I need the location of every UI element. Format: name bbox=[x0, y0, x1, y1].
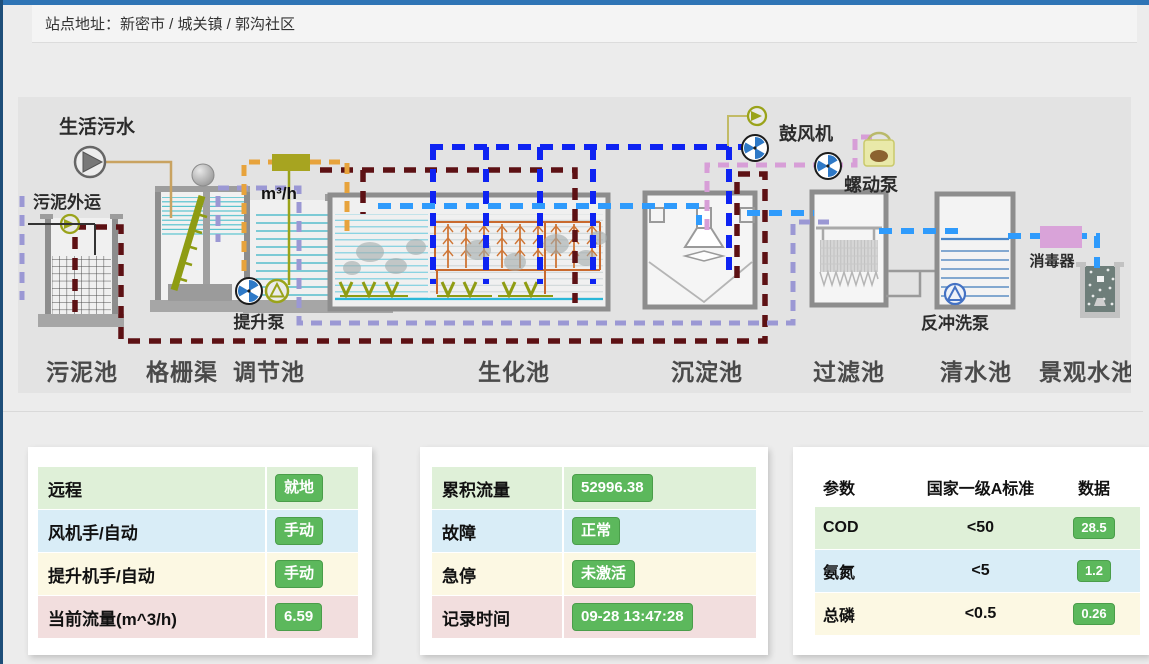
lift-pump-label: 提升泵 bbox=[234, 313, 285, 332]
tank-label-regulating: 调节池 bbox=[233, 359, 305, 385]
lift-pump-icon bbox=[266, 280, 288, 302]
status-badge[interactable]: 手动 bbox=[275, 560, 323, 588]
status-badge: 正常 bbox=[572, 517, 620, 545]
landscape-pool bbox=[1076, 262, 1124, 318]
table-row: 记录时间 09-28 13:47:28 bbox=[432, 596, 756, 638]
site-address: 站点地址：新密市 / 城关镇 / 郭沟社区 bbox=[32, 13, 295, 34]
control-table: 远程 就地 风机手/自动 手动 提升机手/自动 手动 当前流量(m^3/h) 6… bbox=[38, 467, 358, 638]
sludge-tank bbox=[38, 214, 124, 327]
table-row: 故障 正常 bbox=[432, 510, 756, 552]
column-header: 数据 bbox=[1048, 475, 1140, 499]
tank-label-biochemical: 生化池 bbox=[478, 359, 550, 385]
tank-label-grille: 格栅渠 bbox=[146, 359, 218, 385]
left-accent-bar bbox=[0, 0, 3, 664]
status-table: 累积流量 52996.38 故障 正常 急停 未激活 记录时间 09-28 13… bbox=[432, 467, 756, 638]
row-label: 当前流量(m^3/h) bbox=[38, 605, 265, 630]
row-label: 累积流量 bbox=[432, 476, 562, 501]
backwash-pump-icon bbox=[945, 284, 965, 304]
quality-table: 参数 国家一级A标准 数据 COD <50 28.5 氨氮 <5 1.2 总磷 … bbox=[815, 467, 1140, 635]
param-standard: <50 bbox=[913, 519, 1048, 537]
tank-label-sedimentation: 沉淀池 bbox=[671, 359, 743, 385]
sludge-out-label: 污泥外运 bbox=[33, 192, 101, 212]
flow-unit-label: m³/h bbox=[261, 184, 297, 203]
quality-table-header: 参数 国家一级A标准 数据 bbox=[815, 467, 1140, 507]
table-row: 氨氮 <5 1.2 bbox=[815, 550, 1140, 592]
table-row: COD <50 28.5 bbox=[815, 507, 1140, 549]
filter-tank bbox=[812, 192, 886, 305]
value-badge: 1.2 bbox=[1077, 560, 1111, 583]
water-quality-panel: 参数 国家一级A标准 数据 COD <50 28.5 氨氮 <5 1.2 总磷 … bbox=[793, 447, 1149, 655]
tank-label-landscape: 景观水池 bbox=[1039, 359, 1131, 385]
status-badge[interactable]: 手动 bbox=[275, 517, 323, 545]
inflow-label: 生活污水 bbox=[59, 115, 136, 138]
row-label: 提升机手/自动 bbox=[38, 562, 265, 587]
value-badge: 6.59 bbox=[275, 603, 322, 631]
value-badge: 52996.38 bbox=[572, 474, 653, 502]
status-badge[interactable]: 就地 bbox=[275, 474, 323, 502]
value-badge: 28.5 bbox=[1073, 517, 1114, 540]
disinfector-label: 消毒器 bbox=[1029, 252, 1075, 270]
row-label: 记录时间 bbox=[432, 605, 562, 630]
inflow-pump-icon bbox=[75, 147, 105, 177]
process-flow-svg: 生活污水 污泥外运 m³/h 提升泵 鼓风机 螺动泵 反冲洗泵 消毒器 污泥池 … bbox=[18, 97, 1131, 393]
table-row: 提升机手/自动 手动 bbox=[38, 553, 358, 595]
status-badge: 未激活 bbox=[572, 560, 635, 588]
screen-drive-ball bbox=[192, 164, 214, 186]
control-panel: 远程 就地 风机手/自动 手动 提升机手/自动 手动 当前流量(m^3/h) 6… bbox=[28, 447, 372, 655]
backwash-pump-label: 反冲洗泵 bbox=[921, 313, 989, 333]
column-header: 参数 bbox=[815, 475, 913, 499]
table-row: 风机手/自动 手动 bbox=[38, 510, 358, 552]
blower-label: 鼓风机 bbox=[779, 123, 833, 144]
table-row: 当前流量(m^3/h) 6.59 bbox=[38, 596, 358, 638]
table-row: 远程 就地 bbox=[38, 467, 358, 509]
biochemical-tank bbox=[330, 195, 608, 309]
column-header: 国家一级A标准 bbox=[913, 475, 1048, 499]
tank-label-sludge: 污泥池 bbox=[46, 359, 118, 385]
table-row: 总磷 <0.5 0.26 bbox=[815, 593, 1140, 635]
blower-valve-icon bbox=[748, 107, 766, 125]
param-standard: <5 bbox=[913, 562, 1048, 580]
param-name: 氨氮 bbox=[815, 559, 913, 583]
param-standard: <0.5 bbox=[913, 605, 1048, 623]
flow-meter bbox=[272, 154, 310, 171]
grille-channel-tank bbox=[150, 164, 250, 312]
tank-label-cleanwater: 清水池 bbox=[940, 359, 1012, 385]
process-flow-diagram: 生活污水 污泥外运 m³/h 提升泵 鼓风机 螺动泵 反冲洗泵 消毒器 污泥池 … bbox=[18, 97, 1131, 393]
timestamp-badge: 09-28 13:47:28 bbox=[572, 603, 693, 631]
value-badge: 0.26 bbox=[1073, 603, 1114, 626]
section-divider bbox=[3, 411, 1143, 412]
row-label: 风机手/自动 bbox=[38, 519, 265, 544]
table-row: 累积流量 52996.38 bbox=[432, 467, 756, 509]
tank-label-filter: 过滤池 bbox=[813, 359, 885, 385]
row-label: 远程 bbox=[38, 476, 265, 501]
table-row: 急停 未激活 bbox=[432, 553, 756, 595]
param-name: 总磷 bbox=[815, 602, 913, 626]
row-label: 急停 bbox=[432, 562, 562, 587]
status-panel: 累积流量 52996.38 故障 正常 急停 未激活 记录时间 09-28 13… bbox=[420, 447, 768, 655]
row-label: 故障 bbox=[432, 519, 562, 544]
dosing-pump-label: 螺动泵 bbox=[844, 175, 898, 195]
disinfector-box bbox=[1040, 226, 1082, 248]
site-header: 站点地址：新密市 / 城关镇 / 郭沟社区 bbox=[32, 5, 1137, 43]
param-name: COD bbox=[815, 519, 913, 537]
